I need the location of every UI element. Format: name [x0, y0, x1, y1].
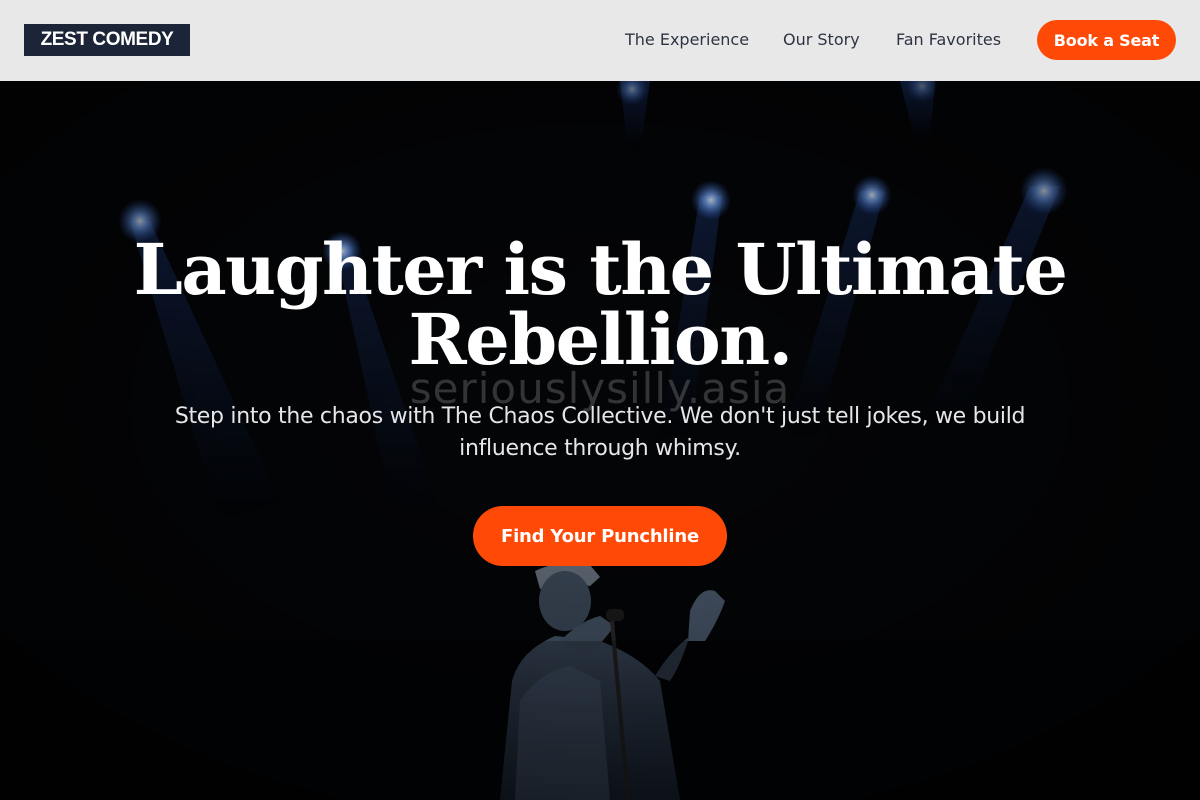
hero-subtitle: Step into the chaos with The Chaos Colle… — [174, 404, 1026, 461]
nav-link-fan-favorites[interactable]: Fan Favorites — [896, 28, 1001, 52]
hero-title-line-1: Laughter is the Ultimate — [133, 228, 1068, 311]
nav-link-our-story[interactable]: Our Story — [783, 28, 860, 52]
book-a-seat-button[interactable]: Book a Seat — [1037, 20, 1176, 60]
hero-section: Laughter is the Ultimate Rebellion. seri… — [0, 81, 1200, 800]
nav-link-the-experience[interactable]: The Experience — [625, 28, 749, 52]
hero-title: Laughter is the Ultimate Rebellion. — [100, 235, 1100, 375]
find-your-punchline-button[interactable]: Find Your Punchline — [473, 506, 727, 566]
site-header: ZEST COMEDY The Experience Our Story Fan… — [0, 0, 1200, 81]
logo[interactable]: ZEST COMEDY — [24, 24, 190, 56]
